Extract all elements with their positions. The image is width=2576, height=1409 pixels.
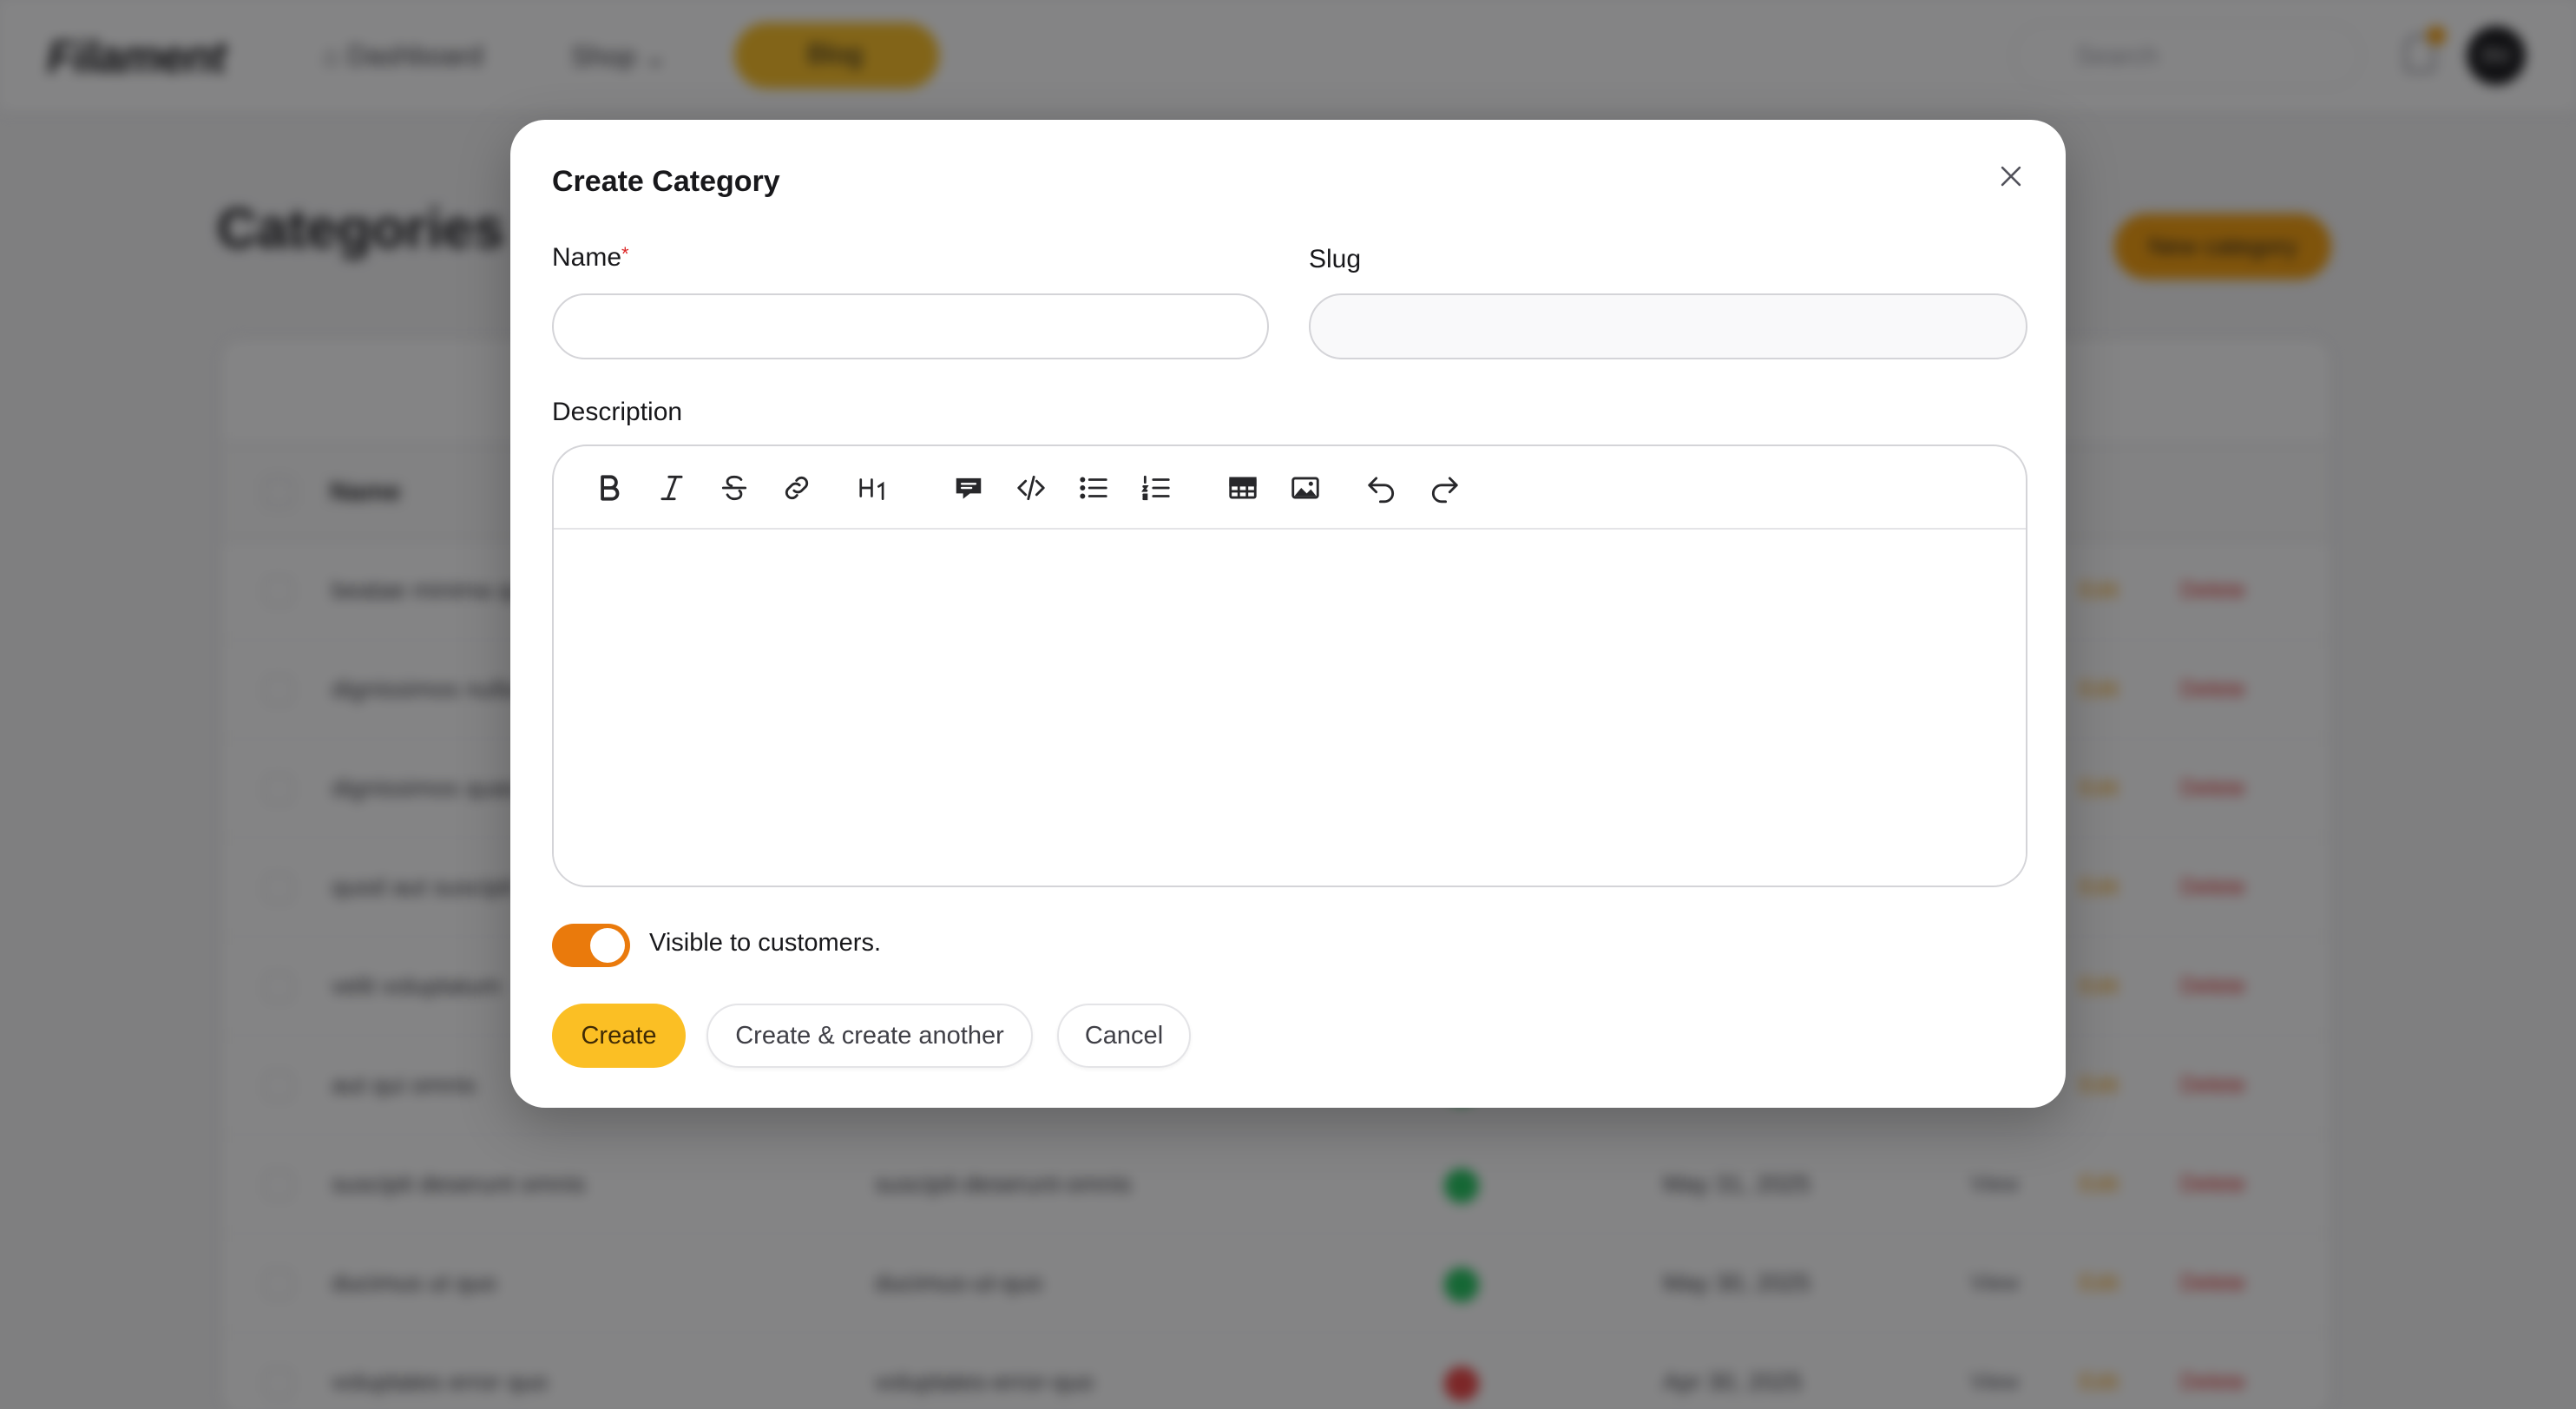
create-another-button[interactable]: Create & create another [706,1004,1033,1068]
code-block-button[interactable] [1010,467,1052,509]
name-field-label: Name* [552,243,629,272]
image-icon [1291,477,1319,499]
blockquote-button[interactable] [948,467,989,509]
cancel-button[interactable]: Cancel [1057,1004,1191,1068]
slug-field-label: Slug [1309,245,1362,273]
create-category-modal: Create Category Name* Slug Description V… [510,120,2066,1108]
bullet-list-button[interactable] [1073,467,1114,509]
italic-button[interactable] [651,467,693,509]
table-icon [1229,477,1257,499]
bold-icon [601,475,620,501]
code-block-icon [1017,475,1045,501]
blockquote-icon [956,477,982,499]
table-button[interactable] [1222,467,1264,509]
description-field-label: Description [552,398,683,426]
close-modal-button[interactable] [1986,151,2036,201]
visible-toggle[interactable] [552,924,630,967]
strikethrough-button[interactable] [713,467,755,509]
description-editor-content[interactable] [554,530,2026,886]
modal-title: Create Category [552,165,780,198]
close-icon [2001,166,2021,187]
ordered-list-icon [1141,475,1170,501]
link-button[interactable] [776,467,818,509]
strikethrough-icon [721,475,747,501]
undo-button[interactable] [1361,467,1403,509]
ordered-list-button[interactable] [1135,467,1177,509]
name-input[interactable] [552,293,1269,359]
redo-button[interactable] [1423,467,1465,509]
bold-button[interactable] [588,467,630,509]
required-indicator: * [621,243,629,265]
redo-icon [1431,477,1458,504]
toggle-knob [590,928,625,963]
visible-toggle-label: Visible to customers. [649,929,882,957]
rich-text-editor [552,444,2027,887]
bullet-list-icon [1080,477,1107,499]
heading-button[interactable] [852,467,894,509]
editor-toolbar [554,446,2026,530]
slug-input[interactable] [1309,293,2027,359]
image-button[interactable] [1285,467,1326,509]
link-icon [785,476,809,500]
heading-icon [859,478,884,501]
undo-icon [1368,477,1395,504]
create-button[interactable]: Create [552,1004,686,1068]
italic-icon [660,475,683,501]
